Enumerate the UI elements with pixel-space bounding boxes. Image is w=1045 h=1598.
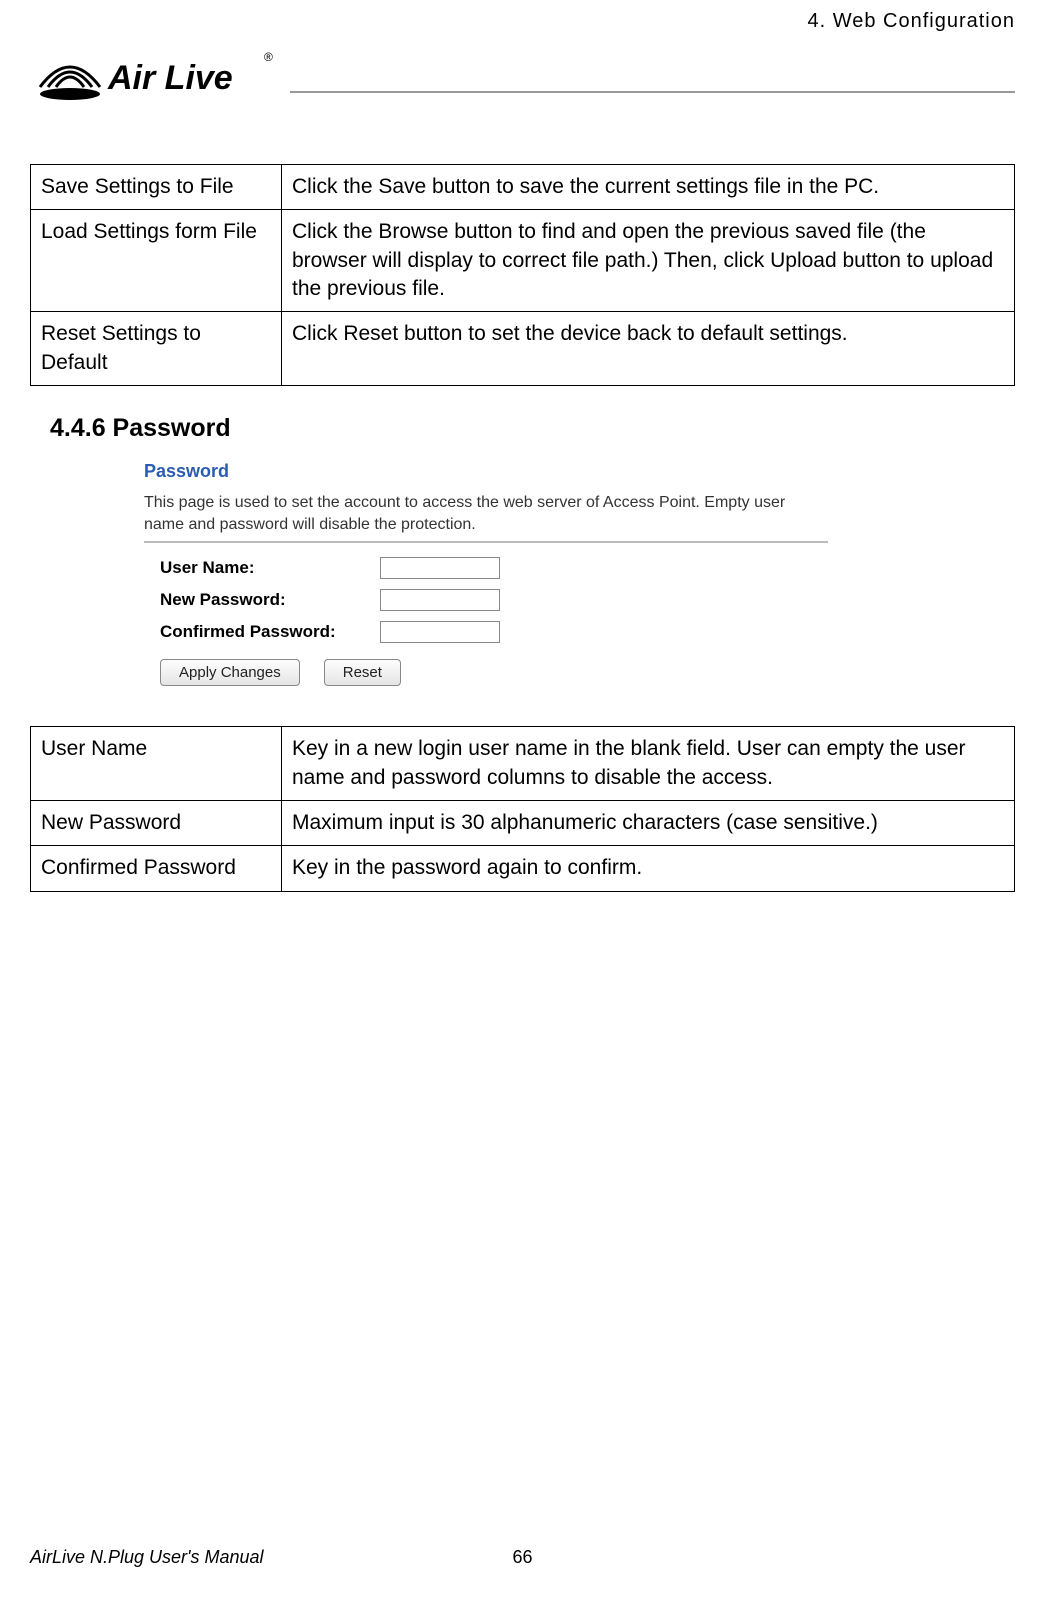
form-row-username: User Name: bbox=[160, 557, 828, 579]
confirmpassword-input[interactable] bbox=[380, 621, 500, 643]
newpassword-label: New Password: bbox=[160, 590, 380, 610]
row-desc: Click the Browse button to find and open… bbox=[282, 210, 1015, 312]
chapter-label: 4. Web Configuration bbox=[30, 10, 1015, 33]
footer-manual-title: AirLive N.Plug User's Manual bbox=[30, 1547, 264, 1568]
svg-text:®: ® bbox=[264, 50, 273, 64]
confirmpassword-label: Confirmed Password: bbox=[160, 622, 380, 642]
page-header: 4. Web Configuration Air Live ® bbox=[30, 10, 1015, 114]
newpassword-input[interactable] bbox=[380, 589, 500, 611]
password-screenshot: Password This page is used to set the ac… bbox=[126, 449, 846, 704]
row-desc: Maximum input is 30 alphanumeric charact… bbox=[282, 800, 1015, 845]
screenshot-divider bbox=[144, 541, 828, 543]
row-name: Save Settings to File bbox=[31, 165, 282, 210]
table-row: Confirmed Password Key in the password a… bbox=[31, 846, 1015, 891]
form-row-newpassword: New Password: bbox=[160, 589, 828, 611]
screenshot-description: This page is used to set the account to … bbox=[144, 492, 828, 535]
row-name: Confirmed Password bbox=[31, 846, 282, 891]
screenshot-title: Password bbox=[144, 461, 828, 482]
apply-changes-button[interactable]: Apply Changes bbox=[160, 659, 300, 686]
row-name: User Name bbox=[31, 727, 282, 801]
row-desc: Key in a new login user name in the blan… bbox=[282, 727, 1015, 801]
row-name: Reset Settings to Default bbox=[31, 312, 282, 386]
form-row-confirmpassword: Confirmed Password: bbox=[160, 621, 828, 643]
screenshot-button-row: Apply Changes Reset bbox=[160, 659, 828, 686]
username-input[interactable] bbox=[380, 557, 500, 579]
row-name: New Password bbox=[31, 800, 282, 845]
airlive-logo: Air Live ® bbox=[30, 39, 280, 114]
document-page: 4. Web Configuration Air Live ® Save Set… bbox=[0, 0, 1045, 892]
logo-row: Air Live ® bbox=[30, 39, 1015, 114]
row-desc: Click the Save button to save the curren… bbox=[282, 165, 1015, 210]
footer-page-number: 66 bbox=[512, 1547, 532, 1568]
reset-button[interactable]: Reset bbox=[324, 659, 401, 686]
row-desc: Key in the password again to confirm. bbox=[282, 846, 1015, 891]
table-row: User Name Key in a new login user name i… bbox=[31, 727, 1015, 801]
username-label: User Name: bbox=[160, 558, 380, 578]
table-row: Save Settings to File Click the Save but… bbox=[31, 165, 1015, 210]
section-heading: 4.4.6 Password bbox=[50, 414, 1015, 443]
settings-table: Save Settings to File Click the Save but… bbox=[30, 164, 1015, 386]
table-row: Reset Settings to Default Click Reset bu… bbox=[31, 312, 1015, 386]
header-divider bbox=[290, 91, 1015, 93]
table-row: Load Settings form File Click the Browse… bbox=[31, 210, 1015, 312]
row-desc: Click Reset button to set the device bac… bbox=[282, 312, 1015, 386]
page-footer: AirLive N.Plug User's Manual 66 bbox=[30, 1547, 1015, 1568]
table-row: New Password Maximum input is 30 alphanu… bbox=[31, 800, 1015, 845]
svg-text:Air Live: Air Live bbox=[107, 59, 233, 97]
row-name: Load Settings form File bbox=[31, 210, 282, 312]
password-fields-table: User Name Key in a new login user name i… bbox=[30, 726, 1015, 891]
